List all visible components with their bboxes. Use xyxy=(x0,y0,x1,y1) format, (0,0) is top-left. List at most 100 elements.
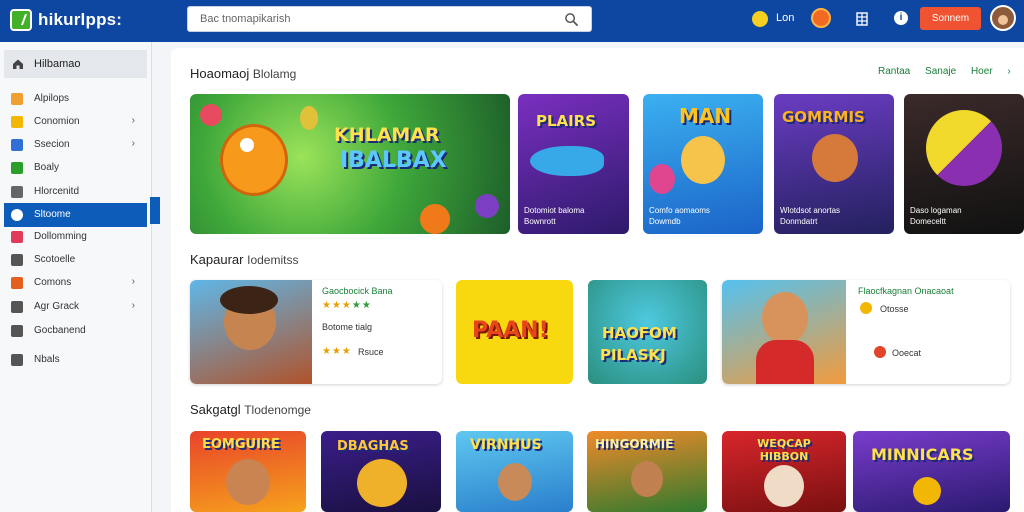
card-title: GOMRMIS xyxy=(782,108,865,126)
tile-title: PAAN! xyxy=(472,318,549,343)
chevron-right-icon[interactable]: › xyxy=(132,115,135,126)
signin-button[interactable]: Sonnem xyxy=(920,7,981,30)
sidebar-item[interactable]: Conomion › xyxy=(4,110,147,134)
sidebar-item-icon xyxy=(11,354,23,366)
tile-title: MINNICARS xyxy=(871,445,974,464)
tile-title: HINGORMIE xyxy=(595,437,674,451)
sidebar-item[interactable]: Agr Grack › xyxy=(4,295,147,319)
card-caption: Daso logaman Domeceltt xyxy=(910,206,962,226)
rating-stars: ★★★★★ xyxy=(322,300,372,311)
active-indicator xyxy=(150,197,160,224)
section3-heading: Sakgatgl xyxy=(190,402,241,417)
tile-title: WEQCAP HIBBON xyxy=(757,437,811,463)
chevron-right-icon[interactable]: › xyxy=(1007,66,1010,77)
fish-art xyxy=(530,146,604,176)
shirt-art xyxy=(756,340,814,384)
section3-tile-3[interactable]: VIRNHUS xyxy=(456,431,573,512)
card-title: Flaocfkagnan Onacaoat xyxy=(858,286,954,296)
sidebar-item[interactable]: Nbals xyxy=(4,348,147,372)
decor-ball xyxy=(420,204,450,234)
rating-stars: ★★★ xyxy=(322,346,352,357)
sidebar-item-icon xyxy=(11,254,23,266)
sidebar-item[interactable]: Dollomming xyxy=(4,225,147,249)
section2-title: Kapaurar Iodemitss xyxy=(190,252,298,267)
chevron-right-icon[interactable]: › xyxy=(132,276,135,287)
character-art xyxy=(226,459,270,505)
chevron-right-icon[interactable]: › xyxy=(132,138,135,149)
featured-card-3[interactable]: GOMRMIS Wlotdsot anortas Donmdatrt xyxy=(774,94,894,234)
featured-card-2[interactable]: MAN Comfo aomaoms Dowmdb xyxy=(643,94,763,234)
sidebar-item-icon xyxy=(11,325,23,337)
featured-card-4[interactable]: Daso logaman Domeceltt xyxy=(904,94,1024,234)
search-input[interactable] xyxy=(188,7,548,31)
featured-links: Rantaa Sanaje Hoer › xyxy=(878,66,1023,77)
section3-tile-2[interactable]: DBAGHAS xyxy=(321,431,441,512)
section2-card-1[interactable]: Gaocbocick Bana ★★★★★ Botome tialg ★★★ R… xyxy=(190,280,442,384)
decor-ball xyxy=(649,164,675,194)
section2-heading: Kapaurar xyxy=(190,252,244,267)
section3-tile-4[interactable]: HINGORMIE xyxy=(587,431,707,512)
sidebar-item[interactable]: Gocbanend xyxy=(4,319,147,343)
sidebar-item[interactable]: Alpilops xyxy=(4,87,147,111)
sidebar-heading[interactable]: Hilbamao xyxy=(4,50,147,78)
sidebar-heading-label: Hilbamao xyxy=(34,58,81,70)
chevron-right-icon[interactable]: › xyxy=(132,300,135,311)
sidebar-item-icon xyxy=(11,231,23,243)
card-title: Gaocbocick Bana xyxy=(322,286,393,296)
hero-title-line2: IBALBAX xyxy=(340,148,447,173)
sidebar-item[interactable]: Comons › xyxy=(4,271,147,295)
card-subtitle: Botome tialg xyxy=(322,322,373,332)
sidebar-item[interactable]: Boaly xyxy=(4,156,147,180)
sidebar: Hilbamao Alpilops Conomion › Ssecion › Boaly H… xyxy=(0,42,152,512)
bear-art xyxy=(812,134,858,182)
sidebar-item-label: Sltoome xyxy=(34,209,71,220)
section3-title: Sakgatgl Tlodenomge xyxy=(190,402,311,417)
sidebar-item[interactable]: Scotoelle xyxy=(4,248,147,272)
tile-title: VIRNHUS xyxy=(470,437,542,453)
featured-link-2[interactable]: Hoer xyxy=(971,66,993,77)
sidebar-item-label: Nbals xyxy=(34,354,60,365)
character-art xyxy=(681,136,725,184)
card-meta: Ooecat xyxy=(892,348,922,358)
section2-card-2[interactable]: Flaocfkagnan Onacaoat Otosse Ooecat xyxy=(722,280,1010,384)
character-art xyxy=(764,465,804,507)
section3-tile-5[interactable]: WEQCAP HIBBON xyxy=(722,431,846,512)
hair-art xyxy=(220,286,278,314)
sidebar-item-icon xyxy=(11,186,23,198)
section3-tile-1[interactable]: EOMGUIRE xyxy=(190,431,306,512)
decor-ball xyxy=(475,194,499,218)
sidebar-item[interactable]: Hlorcenitd xyxy=(4,180,147,204)
featured-link-0[interactable]: Rantaa xyxy=(878,66,910,77)
search-icon[interactable] xyxy=(564,12,579,27)
ball-art xyxy=(926,110,1002,186)
section2-tile-1[interactable]: PAAN! xyxy=(456,280,573,384)
home-icon xyxy=(13,59,23,69)
sidebar-item[interactable]: Sltoome xyxy=(4,203,147,227)
sidebar-item-label: Scotoelle xyxy=(34,254,76,265)
featured-title: Hoaomaoj xyxy=(190,66,250,81)
user-label[interactable]: Lon xyxy=(776,12,794,24)
grid-icon[interactable] xyxy=(856,12,868,26)
featured-card-1[interactable]: PLAIRS Dotomiot baloma Bownrott xyxy=(518,94,629,234)
featured-section-title: Hoaomaoj Blolamg xyxy=(190,66,296,81)
section3-tile-6[interactable]: MINNICARS xyxy=(853,431,1010,512)
character-art xyxy=(762,292,808,344)
sidebar-item-label: Ssecion xyxy=(34,139,70,150)
card-title: MAN xyxy=(679,104,732,128)
sidebar-item[interactable]: Ssecion › xyxy=(4,133,147,157)
top-header: hikurlpps: Lon i Sonnem xyxy=(0,0,1024,42)
site-logo[interactable]: hikurlpps: xyxy=(10,9,122,31)
section2-tile-2[interactable]: HAOFOM PILASKJ xyxy=(588,280,707,384)
decor-ball xyxy=(913,477,941,505)
avatar[interactable] xyxy=(990,5,1016,31)
search-bar[interactable] xyxy=(187,6,592,32)
logo-icon xyxy=(10,9,32,31)
emoji-icon[interactable] xyxy=(752,11,768,27)
info-icon[interactable]: i xyxy=(894,11,908,25)
sidebar-item-label: Agr Grack xyxy=(34,301,80,312)
featured-link-1[interactable]: Sanaje xyxy=(925,66,956,77)
hero-game-card[interactable]: KHLAMAR IBALBAX xyxy=(190,94,510,234)
mascot-icon[interactable] xyxy=(811,8,831,28)
character-art xyxy=(631,461,663,497)
card-caption: Wlotdsot anortas Donmdatrt xyxy=(780,206,841,226)
